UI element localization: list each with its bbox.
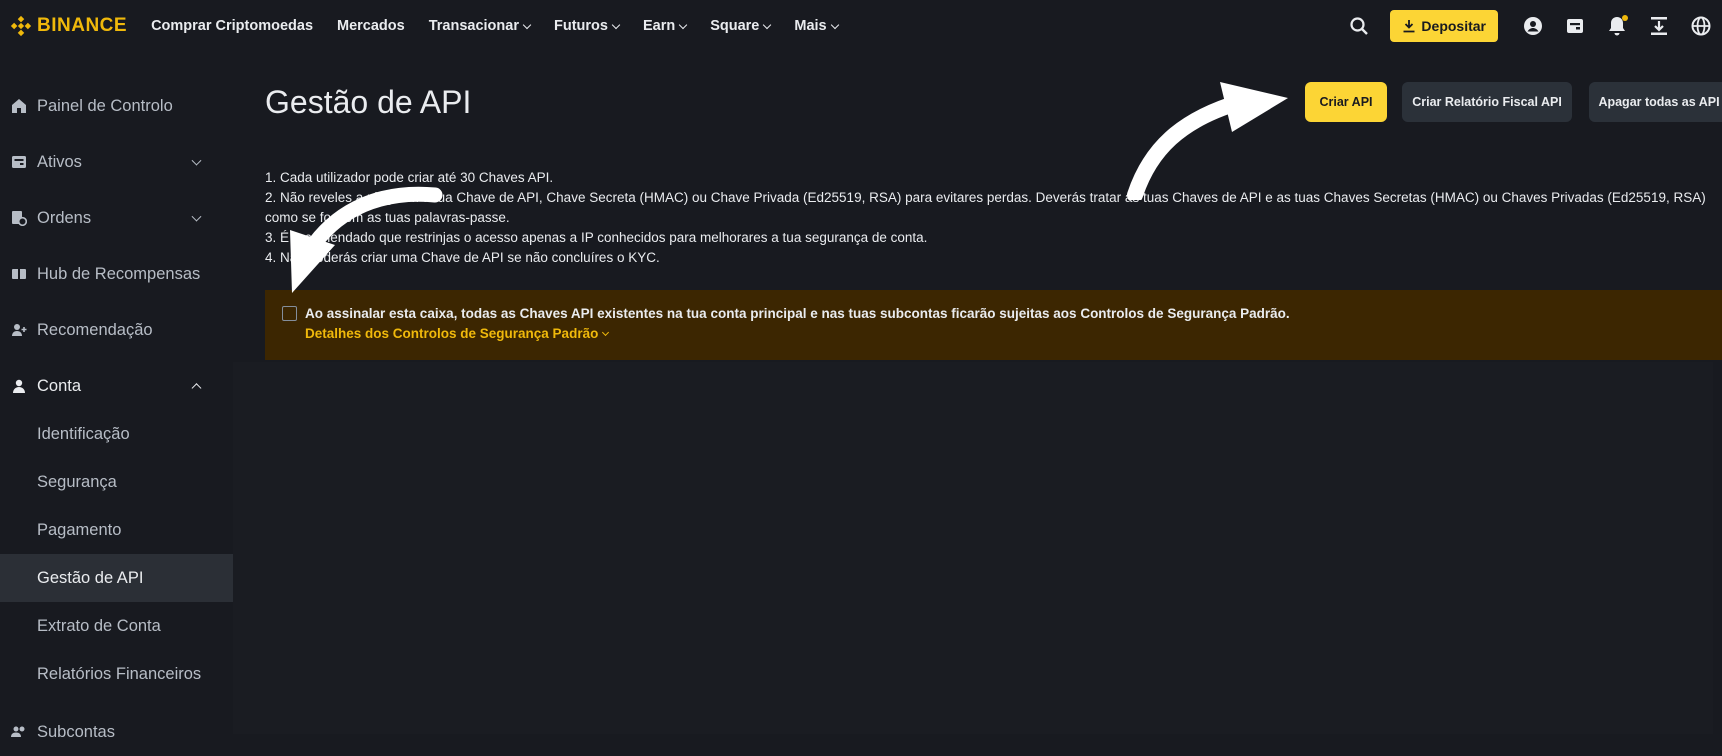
rule-line: 3. É recomendado que restrinjas o acesso… (265, 230, 928, 245)
chevron-down-icon (191, 155, 202, 166)
nav-item-label: Transacionar (428, 18, 519, 34)
account-icon (10, 377, 28, 395)
home-icon (10, 97, 28, 115)
chevron-up-icon (191, 383, 202, 394)
create-api-button[interactable]: Criar API (1305, 82, 1387, 122)
rule-line: como se fossem as tuas palavras-passe. (265, 210, 510, 225)
chevron-down-icon (191, 211, 202, 222)
nav-item-label: Mercados (337, 18, 405, 34)
binance-logo-icon (10, 15, 32, 37)
fiscal-report-label: Criar Relatório Fiscal API (1412, 95, 1562, 109)
sidebar-item-subaccounts[interactable]: Subcontas (0, 708, 230, 756)
api-list-area (233, 362, 1713, 734)
chevron-down-icon (678, 20, 688, 29)
sidebar-subitem-label: Pagamento (37, 520, 122, 539)
nav-item-earn[interactable]: Earn (642, 18, 688, 34)
sidebar-item-label: Painel de Controlo (37, 96, 173, 115)
sidebar-subitem-label: Extrato de Conta (37, 616, 161, 635)
create-fiscal-report-button[interactable]: Criar Relatório Fiscal API (1402, 82, 1572, 122)
top-navigation: BINANCE Comprar Criptomoedas Mercados Tr… (0, 0, 1722, 52)
create-api-label: Criar API (1319, 95, 1373, 109)
sidebar-subitem-security[interactable]: Segurança (0, 458, 247, 506)
sidebar-subitem-financial-reports[interactable]: Relatórios Financeiros (0, 650, 247, 698)
page-title: Gestão de API (265, 84, 472, 120)
binance-logo[interactable]: BINANCE (10, 15, 127, 37)
nav-item-label: Earn (642, 18, 676, 34)
sidebar-item-label: Conta (37, 376, 82, 395)
api-rules: 1. Cada utilizador pode criar até 30 Cha… (265, 168, 1722, 268)
user-icon[interactable] (1521, 14, 1545, 38)
sidebar-item-dashboard[interactable]: Painel de Controlo (0, 82, 230, 130)
delete-all-label: Apagar todas as API (1598, 95, 1720, 109)
wallet-icon (10, 153, 28, 171)
security-details-label: Detalhes dos Controlos de Segurança Padr… (305, 326, 599, 341)
sidebar-subitem-label: Gestão de API (37, 568, 144, 587)
sidebar-item-assets[interactable]: Ativos (0, 138, 230, 186)
chevron-down-icon (611, 20, 621, 29)
rewards-icon (10, 265, 28, 283)
sidebar-item-label: Recomendação (37, 320, 153, 339)
sidebar-item-account[interactable]: Conta (0, 362, 230, 410)
sidebar: Painel de Controlo Ativos Ordens Hub de … (0, 52, 247, 741)
sidebar-item-label: Ordens (37, 208, 92, 227)
security-details-link[interactable]: Detalhes dos Controlos de Segurança Padr… (305, 326, 610, 341)
main-menu: Comprar Criptomoedas Mercados Transacion… (151, 18, 862, 34)
delete-all-api-button[interactable]: Apagar todas as API (1589, 82, 1722, 122)
sidebar-subitem-account-statement[interactable]: Extrato de Conta (0, 602, 247, 650)
notice-text: Ao assinalar esta caixa, todas as Chaves… (305, 306, 1290, 321)
download-icon (1403, 20, 1415, 33)
sidebar-subitem-label: Relatórios Financeiros (37, 664, 202, 683)
notification-dot (1622, 15, 1628, 21)
sidebar-item-rewards-hub[interactable]: Hub de Recompensas (0, 250, 230, 298)
chevron-down-icon (522, 20, 532, 29)
security-controls-notice: Ao assinalar esta caixa, todas as Chaves… (265, 290, 1722, 360)
sidebar-subitem-payment[interactable]: Pagamento (0, 506, 247, 554)
referral-icon (10, 321, 28, 339)
sidebar-item-label: Subcontas (37, 722, 115, 741)
bell-icon[interactable] (1605, 14, 1629, 38)
sidebar-item-label: Ativos (37, 152, 82, 171)
sidebar-subitem-label: Segurança (37, 472, 117, 491)
orders-icon (10, 209, 28, 227)
sidebar-subitem-api-management[interactable]: Gestão de API (0, 554, 247, 602)
rule-line: 1. Cada utilizador pode criar até 30 Cha… (265, 170, 554, 185)
wallet-icon[interactable] (1563, 14, 1587, 38)
nav-item-label: Mais (794, 18, 827, 34)
main-content: Gestão de API Criar API Criar Relatório … (233, 52, 1722, 734)
globe-icon[interactable] (1689, 14, 1713, 38)
rule-line: 2. Não reveles a ninguém a tua Chave de … (265, 190, 1706, 205)
deposit-button[interactable]: Depositar (1390, 10, 1498, 42)
nav-item-more[interactable]: Mais (794, 18, 839, 34)
subaccounts-icon (10, 723, 28, 741)
rule-line: 4. Não poderás criar uma Chave de API se… (265, 250, 660, 265)
nav-item-label: Futuros (553, 18, 608, 34)
sidebar-subitem-label: Identificação (37, 424, 130, 443)
nav-item-label: Comprar Criptomoedas (151, 18, 314, 34)
chevron-down-icon (602, 328, 610, 336)
chevron-down-icon (830, 20, 839, 29)
nav-item-buy-crypto[interactable]: Comprar Criptomoedas (151, 18, 313, 34)
nav-item-futures[interactable]: Futuros (553, 18, 621, 34)
nav-item-trade[interactable]: Transacionar (428, 18, 532, 34)
nav-item-markets[interactable]: Mercados (337, 18, 405, 34)
sidebar-item-label: Hub de Recompensas (37, 264, 201, 283)
brand-name: BINANCE (37, 15, 128, 36)
chevron-down-icon (763, 20, 772, 29)
nav-item-square[interactable]: Square (710, 18, 772, 34)
sidebar-item-orders[interactable]: Ordens (0, 194, 230, 242)
download-app-icon[interactable] (1647, 14, 1671, 38)
sidebar-subitem-identification[interactable]: Identificação (0, 410, 247, 458)
deposit-label: Depositar (1421, 18, 1486, 34)
sidebar-item-referral[interactable]: Recomendação (0, 306, 230, 354)
nav-item-label: Square (710, 18, 760, 34)
nav-actions: Depositar (1338, 0, 1722, 52)
default-security-checkbox[interactable] (282, 306, 297, 321)
search-icon[interactable] (1347, 14, 1371, 38)
